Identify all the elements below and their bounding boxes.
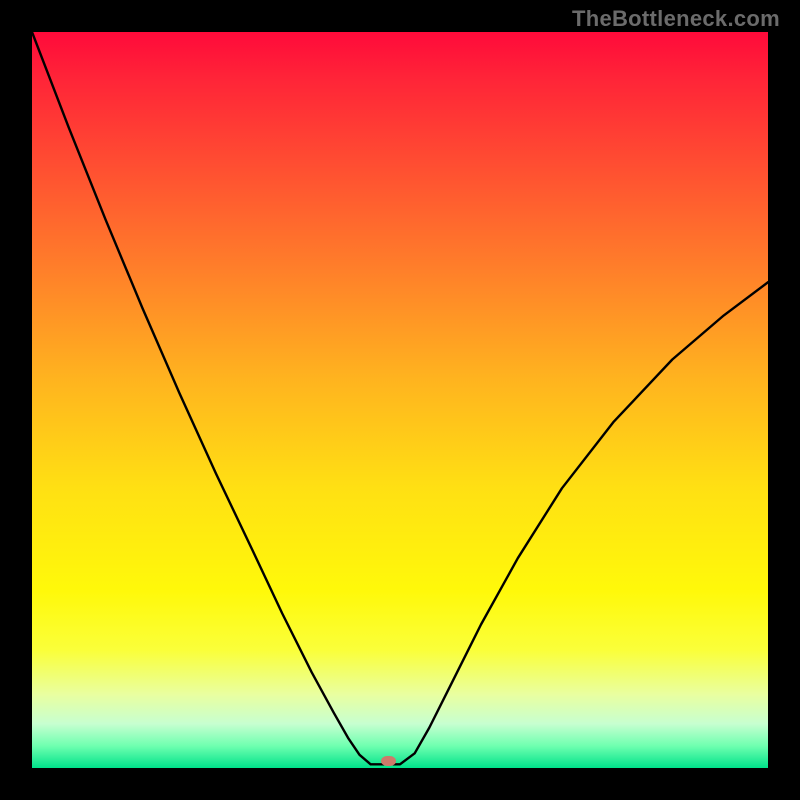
optimum-marker bbox=[381, 756, 396, 766]
bottleneck-curve bbox=[32, 32, 768, 768]
watermark-text: TheBottleneck.com bbox=[572, 6, 780, 32]
plot-area bbox=[32, 32, 768, 768]
chart-frame: TheBottleneck.com bbox=[0, 0, 800, 800]
